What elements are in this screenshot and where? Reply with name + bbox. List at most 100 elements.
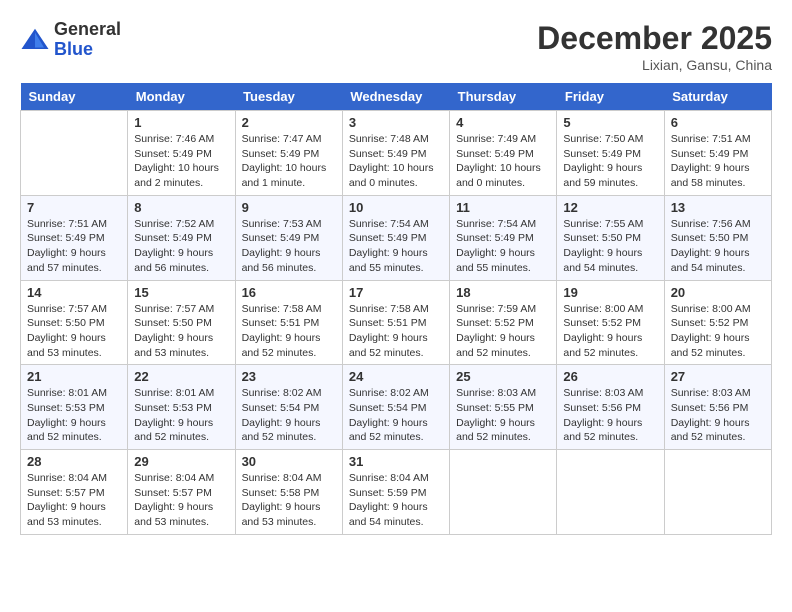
calendar-cell: 5 Sunrise: 7:50 AMSunset: 5:49 PMDaylight… (557, 111, 664, 196)
calendar-cell: 18 Sunrise: 7:59 AMSunset: 5:52 PMDayligh… (450, 280, 557, 365)
day-number: 14 (27, 285, 121, 300)
calendar-cell: 6 Sunrise: 7:51 AMSunset: 5:49 PMDaylight… (664, 111, 771, 196)
day-info: Sunrise: 7:47 AMSunset: 5:49 PMDaylight:… (242, 132, 336, 191)
day-number: 27 (671, 369, 765, 384)
day-info: Sunrise: 7:58 AMSunset: 5:51 PMDaylight:… (242, 302, 336, 361)
day-number: 2 (242, 115, 336, 130)
day-info: Sunrise: 8:00 AMSunset: 5:52 PMDaylight:… (671, 302, 765, 361)
calendar-cell (21, 111, 128, 196)
day-info: Sunrise: 7:52 AMSunset: 5:49 PMDaylight:… (134, 217, 228, 276)
calendar-cell: 15Sunrise: 7:57 AMSunset: 5:50 PMDayligh… (128, 280, 235, 365)
day-number: 22 (134, 369, 228, 384)
day-info: Sunrise: 7:46 AMSunset: 5:49 PMDaylight:… (134, 132, 228, 191)
calendar-cell: 2 Sunrise: 7:47 AMSunset: 5:49 PMDaylight… (235, 111, 342, 196)
calendar-cell: 12 Sunrise: 7:55 AMSunset: 5:50 PMDayligh… (557, 195, 664, 280)
day-info: Sunrise: 7:49 AMSunset: 5:49 PMDaylight:… (456, 132, 550, 191)
day-number: 16 (242, 285, 336, 300)
day-info: Sunrise: 8:03 AMSunset: 5:55 PMDaylight:… (456, 386, 550, 445)
day-number: 23 (242, 369, 336, 384)
calendar-cell: 27 Sunrise: 8:03 AMSunset: 5:56 PMDayligh… (664, 365, 771, 450)
day-number: 25 (456, 369, 550, 384)
calendar-cell: 16 Sunrise: 7:58 AMSunset: 5:51 PMDayligh… (235, 280, 342, 365)
calendar-cell: 31 Sunrise: 8:04 AMSunset: 5:59 PMDayligh… (342, 450, 449, 535)
calendar-cell: 28 Sunrise: 8:04 AMSunset: 5:57 PMDayligh… (21, 450, 128, 535)
day-info: Sunrise: 7:56 AMSunset: 5:50 PMDaylight:… (671, 217, 765, 276)
calendar-cell: 26 Sunrise: 8:03 AMSunset: 5:56 PMDayligh… (557, 365, 664, 450)
day-number: 24 (349, 369, 443, 384)
day-info: Sunrise: 8:02 AMSunset: 5:54 PMDaylight:… (242, 386, 336, 445)
day-number: 9 (242, 200, 336, 215)
day-number: 6 (671, 115, 765, 130)
day-info: Sunrise: 8:00 AMSunset: 5:52 PMDaylight:… (563, 302, 657, 361)
column-header-thursday: Thursday (450, 83, 557, 111)
day-info: Sunrise: 8:03 AMSunset: 5:56 PMDaylight:… (671, 386, 765, 445)
logo-general-text: General (54, 20, 121, 40)
day-info: Sunrise: 7:53 AMSunset: 5:49 PMDaylight:… (242, 217, 336, 276)
calendar-cell: 1 Sunrise: 7:46 AMSunset: 5:49 PMDaylight… (128, 111, 235, 196)
calendar-week-row: 14 Sunrise: 7:57 AMSunset: 5:50 PMDayligh… (21, 280, 772, 365)
day-info: Sunrise: 8:03 AMSunset: 5:56 PMDaylight:… (563, 386, 657, 445)
day-number: 12 (563, 200, 657, 215)
day-info: Sunrise: 8:04 AMSunset: 5:57 PMDaylight:… (27, 471, 121, 530)
calendar-cell: 3 Sunrise: 7:48 AMSunset: 5:49 PMDaylight… (342, 111, 449, 196)
calendar-cell: 7 Sunrise: 7:51 AMSunset: 5:49 PMDaylight… (21, 195, 128, 280)
calendar-table: SundayMondayTuesdayWednesdayThursdayFrid… (20, 83, 772, 535)
calendar-cell: 17 Sunrise: 7:58 AMSunset: 5:51 PMDayligh… (342, 280, 449, 365)
day-info: Sunrise: 7:51 AMSunset: 5:49 PMDaylight:… (27, 217, 121, 276)
day-number: 30 (242, 454, 336, 469)
day-number: 17 (349, 285, 443, 300)
day-number: 8 (134, 200, 228, 215)
column-header-saturday: Saturday (664, 83, 771, 111)
day-number: 1 (134, 115, 228, 130)
day-number: 26 (563, 369, 657, 384)
calendar-week-row: 28 Sunrise: 8:04 AMSunset: 5:57 PMDayligh… (21, 450, 772, 535)
day-info: Sunrise: 7:58 AMSunset: 5:51 PMDaylight:… (349, 302, 443, 361)
day-info: Sunrise: 8:01 AMSunset: 5:53 PMDaylight:… (134, 386, 228, 445)
calendar-week-row: 1 Sunrise: 7:46 AMSunset: 5:49 PMDaylight… (21, 111, 772, 196)
day-number: 11 (456, 200, 550, 215)
calendar-cell: 20Sunrise: 8:00 AMSunset: 5:52 PMDayligh… (664, 280, 771, 365)
column-header-friday: Friday (557, 83, 664, 111)
calendar-cell: 4 Sunrise: 7:49 AMSunset: 5:49 PMDaylight… (450, 111, 557, 196)
day-info: Sunrise: 7:51 AMSunset: 5:49 PMDaylight:… (671, 132, 765, 191)
day-number: 28 (27, 454, 121, 469)
day-number: 19 (563, 285, 657, 300)
day-info: Sunrise: 7:59 AMSunset: 5:52 PMDaylight:… (456, 302, 550, 361)
column-header-monday: Monday (128, 83, 235, 111)
column-header-tuesday: Tuesday (235, 83, 342, 111)
calendar-cell: 8 Sunrise: 7:52 AMSunset: 5:49 PMDaylight… (128, 195, 235, 280)
day-info: Sunrise: 7:48 AMSunset: 5:49 PMDaylight:… (349, 132, 443, 191)
column-header-wednesday: Wednesday (342, 83, 449, 111)
day-number: 4 (456, 115, 550, 130)
page-header: General Blue December 2025 Lixian, Gansu… (20, 20, 772, 73)
calendar-cell: 9 Sunrise: 7:53 AMSunset: 5:49 PMDaylight… (235, 195, 342, 280)
calendar-cell: 21Sunrise: 8:01 AMSunset: 5:53 PMDayligh… (21, 365, 128, 450)
day-info: Sunrise: 7:54 AMSunset: 5:49 PMDaylight:… (456, 217, 550, 276)
calendar-cell: 29Sunrise: 8:04 AMSunset: 5:57 PMDayligh… (128, 450, 235, 535)
calendar-cell: 23 Sunrise: 8:02 AMSunset: 5:54 PMDayligh… (235, 365, 342, 450)
day-number: 7 (27, 200, 121, 215)
day-info: Sunrise: 8:04 AMSunset: 5:58 PMDaylight:… (242, 471, 336, 530)
calendar-cell: 24Sunrise: 8:02 AMSunset: 5:54 PMDayligh… (342, 365, 449, 450)
calendar-cell: 30 Sunrise: 8:04 AMSunset: 5:58 PMDayligh… (235, 450, 342, 535)
calendar-cell: 11 Sunrise: 7:54 AMSunset: 5:49 PMDayligh… (450, 195, 557, 280)
calendar-cell: 25 Sunrise: 8:03 AMSunset: 5:55 PMDayligh… (450, 365, 557, 450)
logo-icon (20, 25, 50, 55)
day-number: 10 (349, 200, 443, 215)
day-info: Sunrise: 7:55 AMSunset: 5:50 PMDaylight:… (563, 217, 657, 276)
day-number: 13 (671, 200, 765, 215)
location: Lixian, Gansu, China (537, 57, 772, 73)
day-number: 18 (456, 285, 550, 300)
day-info: Sunrise: 8:04 AMSunset: 5:59 PMDaylight:… (349, 471, 443, 530)
logo-blue-text: Blue (54, 40, 121, 60)
calendar-cell: 10 Sunrise: 7:54 AMSunset: 5:49 PMDayligh… (342, 195, 449, 280)
day-number: 31 (349, 454, 443, 469)
calendar-week-row: 21Sunrise: 8:01 AMSunset: 5:53 PMDayligh… (21, 365, 772, 450)
day-number: 5 (563, 115, 657, 130)
calendar-cell: 19 Sunrise: 8:00 AMSunset: 5:52 PMDayligh… (557, 280, 664, 365)
day-info: Sunrise: 7:54 AMSunset: 5:49 PMDaylight:… (349, 217, 443, 276)
day-number: 3 (349, 115, 443, 130)
day-info: Sunrise: 7:50 AMSunset: 5:49 PMDaylight:… (563, 132, 657, 191)
day-info: Sunrise: 7:57 AMSunset: 5:50 PMDaylight:… (27, 302, 121, 361)
column-header-sunday: Sunday (21, 83, 128, 111)
